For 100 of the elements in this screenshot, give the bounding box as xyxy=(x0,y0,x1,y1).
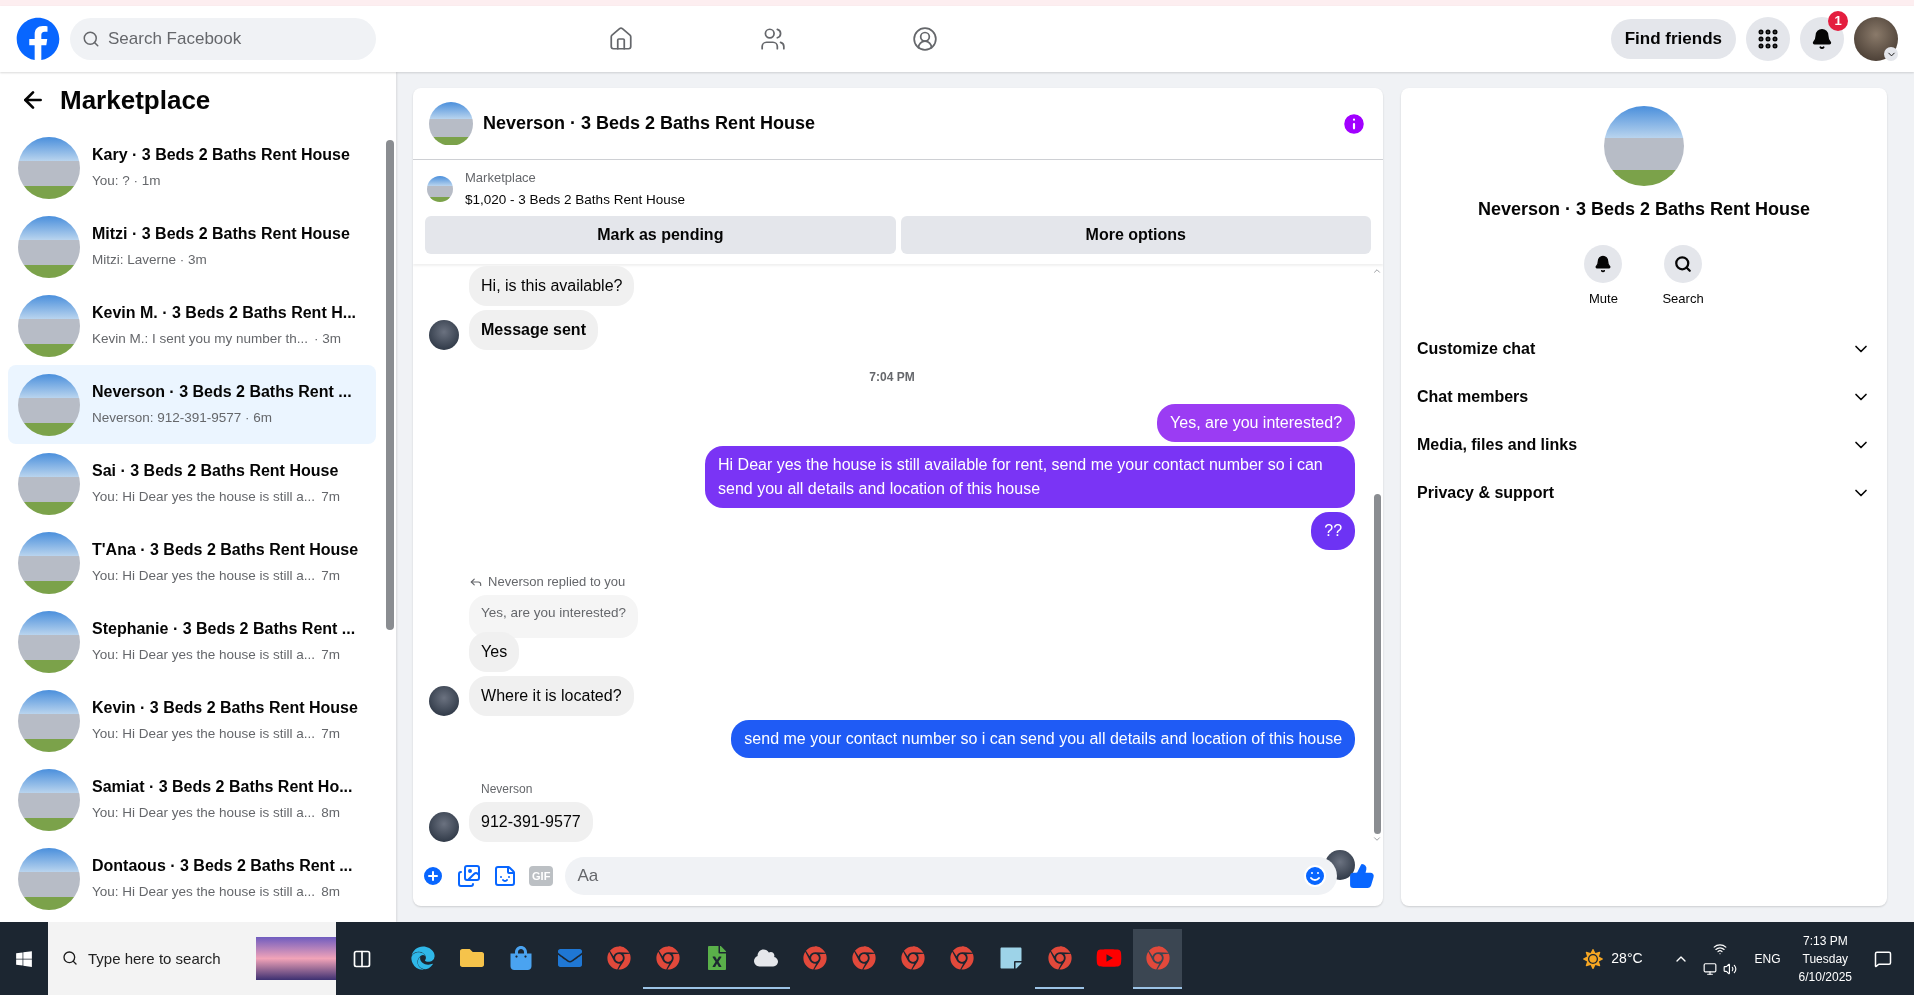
listing-photo xyxy=(427,175,454,202)
chat-preview: You: Hi Dear yes the house is still a... xyxy=(92,725,316,744)
chat-title: Dontaous · 3 Beds 2 Baths Rent ... xyxy=(92,856,353,877)
chrome-icon xyxy=(802,945,827,970)
search-icon xyxy=(82,30,100,48)
bell-icon xyxy=(1594,255,1613,273)
scrollbar-thumb[interactable] xyxy=(386,140,395,630)
listing-action-button[interactable]: More options xyxy=(900,215,1372,254)
chat-list-item[interactable]: T'Ana · 3 Beds 2 Baths Rent House You: Hi Dear yes the house is still a... 7m xyxy=(8,523,377,602)
listing-photo xyxy=(18,531,80,594)
chat-list-item[interactable]: Kary · 3 Beds 2 Baths Rent House You: ? · 1m xyxy=(8,128,377,207)
listing-photo xyxy=(18,768,80,831)
chat-title: T'Ana · 3 Beds 2 Baths Rent House xyxy=(92,540,359,561)
weather-icon xyxy=(1583,948,1604,969)
details-section-row[interactable]: Chat members xyxy=(1417,372,1872,421)
search-icon xyxy=(62,950,78,966)
chat-list-item[interactable]: Samiat · 3 Beds 2 Baths Rent Ho... You: Hi Dear yes the house is still a... 8m xyxy=(8,760,377,839)
chat-time: · 3m xyxy=(314,330,342,349)
outgoing-message: Hi Dear yes the house is still available for rent, send me your contact number so i can send you all details and location of this house xyxy=(705,445,1356,508)
clock-time[interactable]: 7:13 PM xyxy=(1802,931,1848,950)
windows-logo-icon[interactable] xyxy=(15,949,33,968)
chat-list-item[interactable]: Kevin M. · 3 Beds 2 Baths Rent H... Kevin M.: I sent you my number th... · 3m xyxy=(8,286,377,365)
chat-title: Samiat · 3 Beds 2 Baths Rent Ho... xyxy=(92,777,353,798)
reply-note: Neverson replied to you xyxy=(488,572,626,591)
find-friends-button[interactable]: Find friends xyxy=(1610,19,1736,59)
like-icon[interactable] xyxy=(1349,863,1376,889)
listing-photo xyxy=(18,452,80,515)
friends-icon xyxy=(760,26,787,52)
avatar xyxy=(429,685,460,716)
listing-photo xyxy=(18,215,80,278)
listing-photo xyxy=(429,101,474,146)
chat-preview: Kevin M.: I sent you my number th... xyxy=(92,330,309,349)
notifications-button[interactable] xyxy=(1800,17,1844,61)
chat-time: 7m xyxy=(321,488,340,507)
chat-list-item[interactable]: Dontaous · 3 Beds 2 Baths Rent ... You: Hi Dear yes the house is still a... 8m xyxy=(8,839,377,918)
home-icon xyxy=(608,26,635,52)
chat-title: Kevin M. · 3 Beds 2 Baths Rent H... xyxy=(92,303,357,324)
listing-price: $1,020 - 3 Beds 2 Baths Rent House xyxy=(465,190,685,209)
chat-title: Kevin · 3 Beds 2 Baths Rent House xyxy=(92,698,358,719)
outgoing-message: Yes, are you interested? xyxy=(1157,403,1356,442)
search-icon xyxy=(1674,255,1692,273)
listing-action-button[interactable]: Mark as pending xyxy=(425,215,896,254)
chat-preview: You: Hi Dear yes the house is still a... xyxy=(92,804,316,823)
task-view-icon[interactable] xyxy=(352,948,372,969)
search-field[interactable]: Search Facebook xyxy=(70,18,376,60)
details-section-row[interactable]: Customize chat xyxy=(1417,324,1872,373)
listing-photo xyxy=(18,689,80,752)
details-section-row[interactable]: Privacy & support xyxy=(1417,468,1872,517)
clock-date[interactable]: 6/10/2025 xyxy=(1798,967,1852,986)
chat-time: 7m xyxy=(321,725,340,744)
profile-avatar[interactable] xyxy=(1854,17,1898,61)
chat-list-item[interactable]: Neverson · 3 Beds 2 Baths Rent ... Neverson: 912-391-9577 · 6m xyxy=(8,365,377,444)
incoming-message: Message sent xyxy=(469,309,598,350)
chat-title: Sai · 3 Beds 2 Baths Rent House xyxy=(92,461,340,482)
notifications-icon[interactable] xyxy=(1874,949,1892,968)
details-title: Neverson · 3 Beds 2 Baths Rent House xyxy=(1477,198,1811,221)
taskbar-search-field[interactable]: Type here to search xyxy=(48,922,256,995)
chat-list-item[interactable]: Mitzi · 3 Beds 2 Baths Rent House Mitzi: Laverne · 3m xyxy=(8,207,377,286)
clock-day[interactable]: Tuesday xyxy=(1802,949,1849,968)
chat-preview: Mitzi: Laverne · 3m xyxy=(92,251,207,270)
weather-text[interactable]: 28°C xyxy=(1611,948,1643,969)
listing-photo xyxy=(18,373,80,436)
outgoing-message: ?? xyxy=(1311,511,1356,550)
outgoing-message: send me your contact number so i can send you all details and location of this house xyxy=(731,719,1356,758)
network-icon xyxy=(1712,941,1727,956)
message-input[interactable]: Aa xyxy=(565,857,1338,895)
scrollbar-thumb[interactable] xyxy=(1373,494,1381,834)
chrome-icon xyxy=(949,945,974,970)
details-section-row[interactable]: Media, files and links xyxy=(1417,420,1872,469)
chat-time: 7m xyxy=(321,567,340,586)
chat-list-item[interactable]: Stephanie · 3 Beds 2 Baths Rent ... You: Hi Dear yes the house is still a... 7m xyxy=(8,602,377,681)
language-indicator[interactable]: ENG xyxy=(1754,949,1781,968)
chat-time: 7m xyxy=(321,646,340,665)
browser-icon xyxy=(410,945,435,970)
taskbar-app[interactable] xyxy=(1133,928,1182,989)
chat-list-item[interactable]: Kevin · 3 Beds 2 Baths Rent House You: Hi Dear yes the house is still a... 7m xyxy=(8,681,377,760)
listing-photo xyxy=(18,847,80,910)
incoming-message: 912-391-9577 xyxy=(469,801,593,842)
chat-preview: You: ? · 1m xyxy=(92,172,161,191)
chat-preview: You: Hi Dear yes the house is still a... xyxy=(92,488,316,507)
photo-icon[interactable] xyxy=(457,864,482,888)
chat-title: Neverson · 3 Beds 2 Baths Rent ... xyxy=(92,382,352,403)
listing-photo xyxy=(18,136,80,199)
chrome-icon xyxy=(1145,945,1170,970)
menu-button[interactable] xyxy=(1746,17,1790,61)
listing-photo xyxy=(18,610,80,673)
store-icon xyxy=(508,945,533,970)
chat-list-item[interactable]: Sai · 3 Beds 2 Baths Rent House You: Hi Dear yes the house is still a... 7m xyxy=(8,444,377,523)
chrome-icon xyxy=(655,945,680,970)
chrome-icon xyxy=(1047,945,1072,970)
chat-time: 8m xyxy=(321,883,340,902)
incoming-message: Hi, is this available? xyxy=(469,265,635,306)
sender-name: Neverson xyxy=(481,780,534,798)
notification-badge: 1 xyxy=(1828,11,1848,31)
chrome-icon xyxy=(900,945,925,970)
bell-icon xyxy=(1811,28,1833,50)
sticker-icon[interactable] xyxy=(493,864,518,888)
chevron-icon[interactable] xyxy=(1884,47,1898,61)
sidebar-title: Marketplace xyxy=(60,83,211,117)
chat-title: Neverson · 3 Beds 2 Baths Rent House xyxy=(483,112,817,135)
